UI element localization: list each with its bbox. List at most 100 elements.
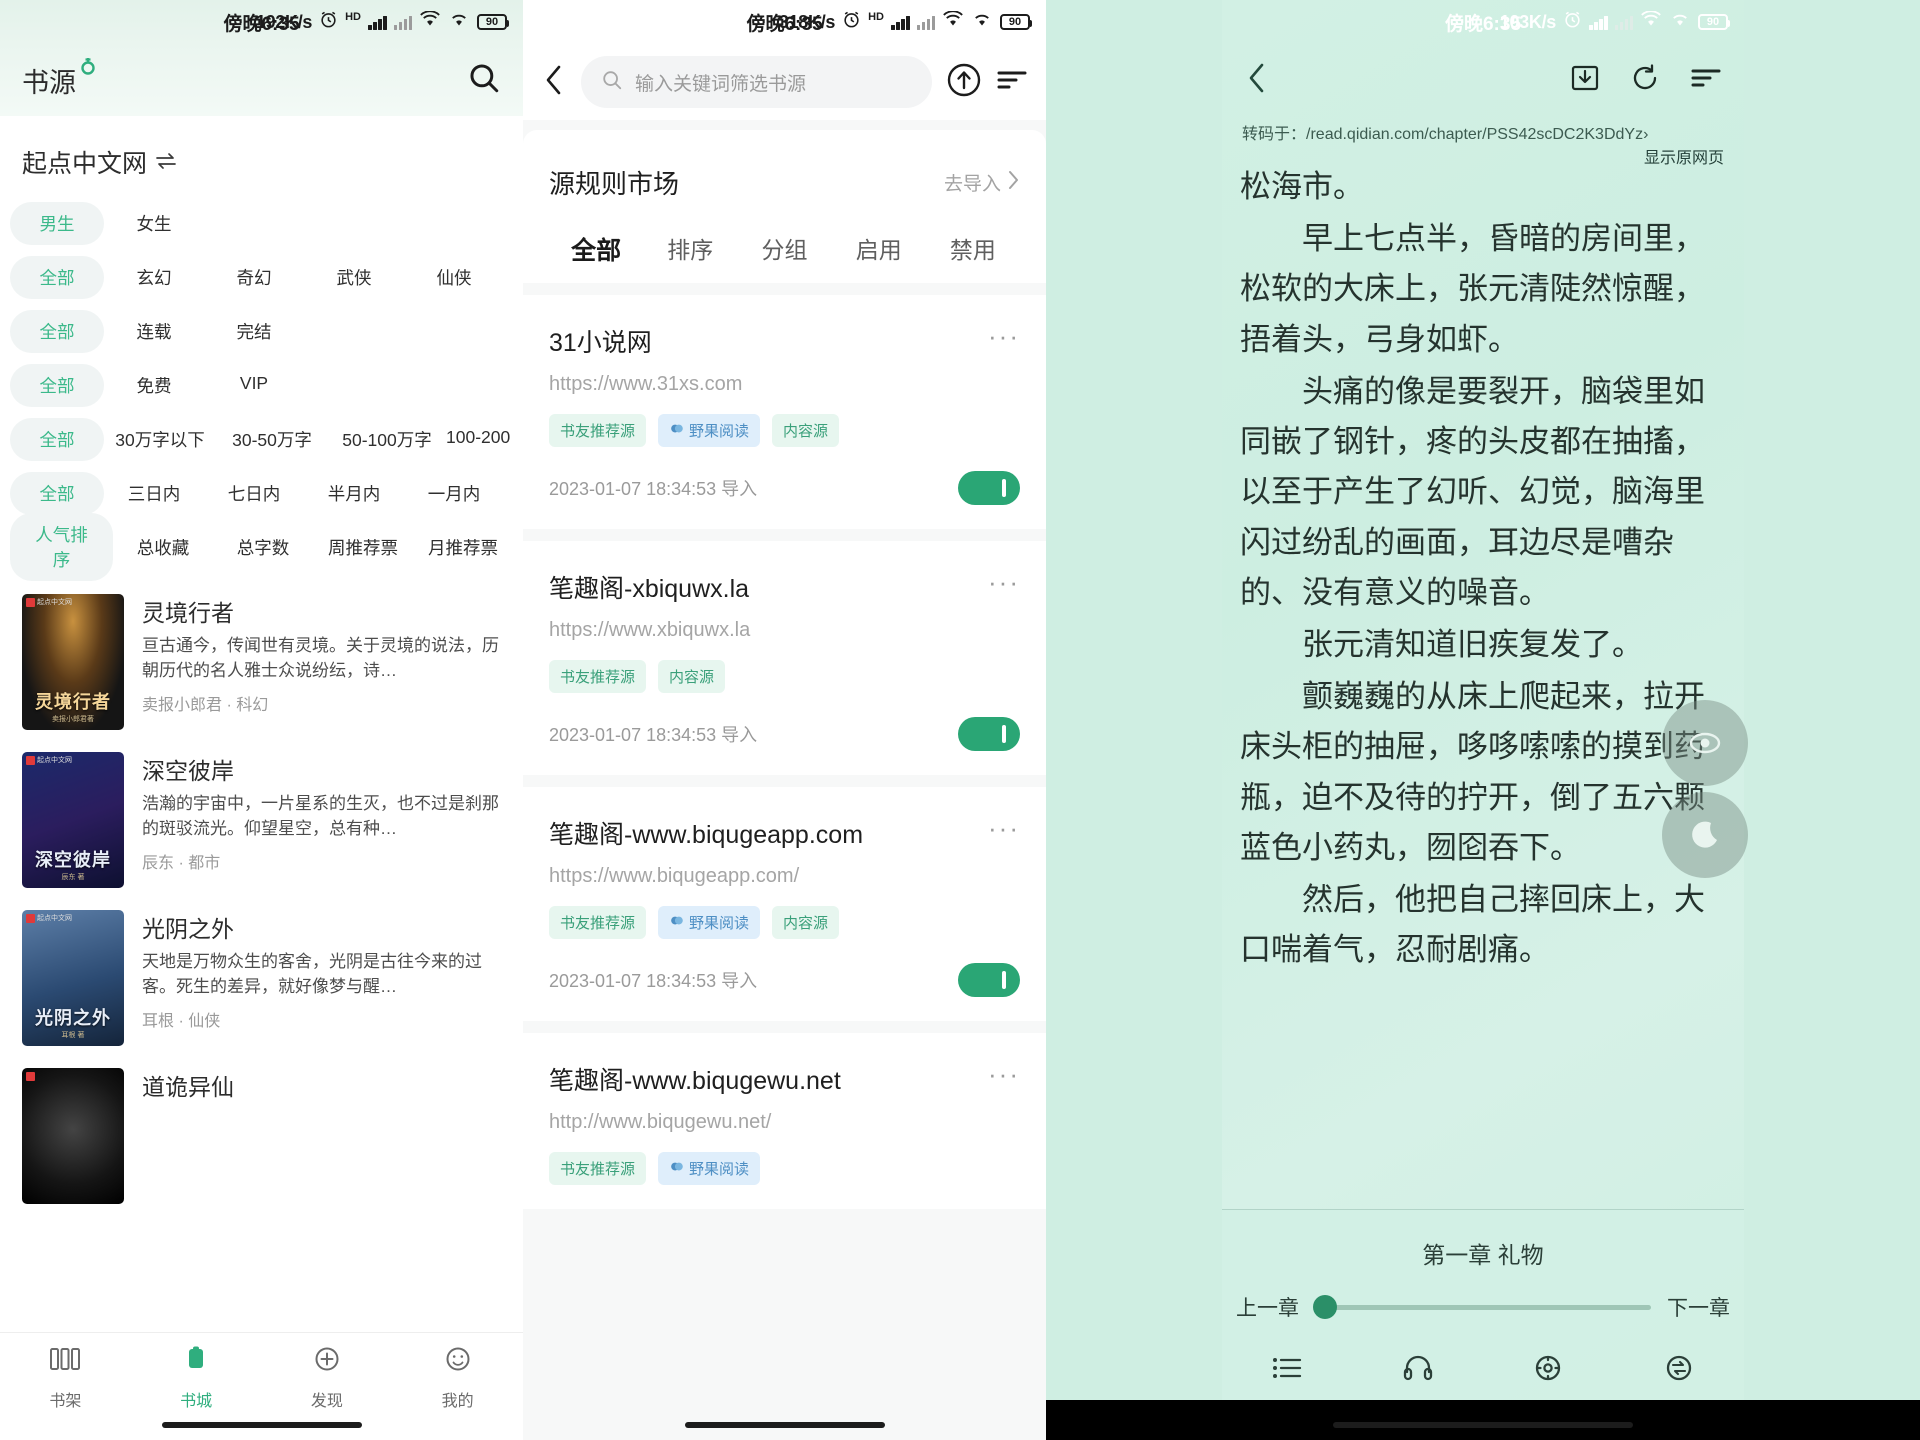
source-card[interactable]: 笔趣阁-xbiquwx.la ··· https://www.xbiquwx.l… [523,541,1046,775]
filter-option[interactable]: 连载 [104,319,204,344]
filter-row: 全部 三日内 七日内 半月内 一月内 [0,466,523,520]
filter-selected-chip[interactable]: 人气排序 [10,513,113,581]
book-author: 辰东 [142,855,175,873]
status-time: 傍晚6:35 [1444,13,1522,35]
enable-toggle[interactable] [958,963,1020,997]
sidebar-item-bookshelf[interactable]: 书架 [0,1345,131,1411]
source-card[interactable]: 笔趣阁-www.biqugeapp.com ··· https://www.bi… [523,787,1046,1021]
search-input[interactable]: 输入关键词筛选书源 [581,56,932,108]
paragraph: 张元清知道旧疾复发了。 [1302,626,1643,663]
import-link[interactable]: 去导入 [944,169,1020,196]
source-url: https://www.31xs.com [549,373,743,395]
filter-option[interactable]: 仙侠 [404,265,504,290]
signal-icon [368,14,387,30]
list-item[interactable]: 起点中文网 深空彼岸 辰东 著 深空彼岸 浩瀚的宇宙中，一片星系的生灭，也不过是… [0,742,523,900]
import-date: 2023-01-07 18:34:53 导入 [549,971,758,991]
filter-option[interactable]: 奇幻 [204,265,304,290]
book-title: 光阴之外 [142,916,234,942]
current-source-selector[interactable]: 起点中文网 [0,116,523,196]
sidebar-item-profile[interactable]: 我的 [392,1345,523,1411]
cover-title: 深空彼岸 [35,850,111,870]
back-chevron-icon[interactable] [1244,61,1270,100]
source-name: 31小说网 [549,329,652,357]
import-date: 2023-01-07 18:34:53 导入 [549,479,758,499]
filter-option[interactable]: 七日内 [204,481,304,506]
enable-toggle[interactable] [958,717,1020,751]
filter-option[interactable]: 100-200 [446,427,510,452]
signal-secondary-icon [393,14,412,30]
filter-selected-chip[interactable]: 男生 [10,201,104,245]
prev-chapter-button[interactable]: 上一章 [1236,1292,1299,1322]
market-tabs: 全部 排序 分组 启用 禁用 [523,225,1046,283]
tab-enabled[interactable]: 启用 [832,231,926,267]
filter-option[interactable]: 完结 [204,319,304,344]
list-item[interactable]: 道诡异仙 [0,1058,523,1216]
refresh-icon[interactable] [1630,63,1660,98]
filter-option[interactable]: 总收藏 [113,535,213,560]
filter-option[interactable]: 30-50万字 [216,427,328,452]
tab-disabled[interactable]: 禁用 [926,231,1020,267]
page-title: 书源 [22,57,95,100]
filter-option[interactable]: 总字数 [213,535,313,560]
book-description: 浩瀚的宇宙中，一片星系的生灭，也不过是刹那的斑驳流光。仰望星空，总有种… [142,794,499,838]
filter-selected-chip[interactable]: 全部 [10,363,104,407]
filter-option[interactable]: 武侠 [304,265,404,290]
source-url: http://www.biqugewu.net/ [549,1111,772,1133]
enable-toggle[interactable] [958,471,1020,505]
filter-option[interactable]: 一月内 [404,481,504,506]
show-original-link[interactable]: 显示原网页 [1644,144,1724,168]
source-card[interactable]: 笔趣阁-www.biqugewu.net ··· http://www.biqu… [523,1033,1046,1209]
sort-lines-icon[interactable] [996,66,1028,99]
sidebar-item-bookstore[interactable]: 书城 [131,1345,262,1411]
tab-group[interactable]: 分组 [737,231,831,267]
filter-option[interactable]: 50-100万字 [328,427,446,452]
more-options-icon[interactable]: ··· [988,569,1020,595]
system-bar-fill [1046,1400,1920,1440]
market-title: 源规则市场 [549,169,680,199]
filter-option[interactable]: 免费 [104,373,204,398]
moon-icon[interactable] [1662,792,1748,878]
hd-icon: HD [868,11,884,23]
status-badge: 书友推荐源 [549,660,647,693]
three-panel-screenshot: 傍晚6:35 192K/s HD 90 书源 起点中文网 男生 女生 全部 玄幻… [0,0,1920,1440]
more-options-icon[interactable]: ··· [988,815,1020,841]
cover-subtitle: 耳根 著 [61,1032,85,1039]
back-chevron-icon[interactable] [541,63,567,102]
filter-selected-chip[interactable]: 全部 [10,309,104,353]
source-card[interactable]: 31小说网 ··· https://www.31xs.com 书友推荐源 野果阅… [523,295,1046,529]
filter-option[interactable]: 30万字以下 [104,427,216,452]
list-item[interactable]: 起点中文网 灵境行者 卖报小郎君著 灵境行者 亘古通今，传闻世有灵境。关于灵境的… [0,584,523,742]
status-time: 傍晚6:35 [223,13,300,35]
sidebar-item-discover[interactable]: 发现 [262,1345,393,1411]
upload-circle-icon[interactable] [946,62,982,103]
filter-option[interactable]: 女生 [104,211,204,236]
import-label: 去导入 [943,174,1001,195]
slider-knob[interactable] [1313,1295,1337,1319]
app-icon [669,421,684,440]
status-badge: 内容源 [772,414,840,447]
more-options-icon[interactable]: ··· [988,323,1020,349]
tab-sort[interactable]: 排序 [643,231,737,267]
tab-all[interactable]: 全部 [549,231,643,267]
next-chapter-button[interactable]: 下一章 [1667,1292,1730,1322]
wifi-secondary-icon [1669,11,1691,34]
sort-lines-icon[interactable] [1690,64,1722,97]
filter-option[interactable]: 周推荐票 [313,535,413,560]
search-icon[interactable] [467,61,501,100]
download-icon[interactable] [1570,63,1600,98]
filter-selected-chip[interactable]: 全部 [10,417,104,461]
eye-icon[interactable] [1662,700,1748,786]
filter-selected-chip[interactable]: 全部 [10,255,104,299]
filter-option[interactable]: 三日内 [104,481,204,506]
filter-option[interactable]: VIP [204,373,304,398]
more-options-icon[interactable]: ··· [988,1061,1020,1087]
chapter-title: 第一章 礼物 [1222,1209,1744,1292]
filter-selected-chip[interactable]: 全部 [10,471,104,515]
filter-option[interactable]: 半月内 [304,481,404,506]
chapter-progress-slider[interactable] [1313,1295,1651,1319]
filter-option[interactable]: 玄幻 [104,265,204,290]
transcode-prefix: 转码于： [1242,126,1307,143]
filter-option[interactable]: 月推荐票 [413,535,513,560]
list-item[interactable]: 起点中文网 光阴之外 耳根 著 光阴之外 天地是万物众生的客舍，光阴是古往今来的… [0,900,523,1058]
filter-row: 全部 免费 VIP [0,358,523,412]
